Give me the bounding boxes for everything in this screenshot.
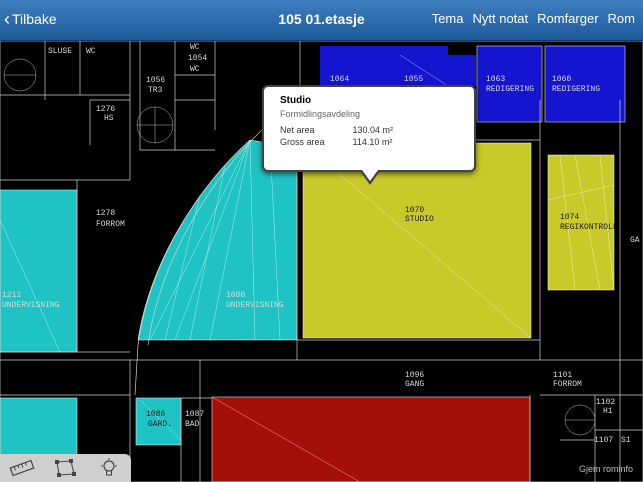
navigation-bar: ‹ Tilbake 105 01.etasje Tema Nytt notat … (0, 0, 643, 41)
label-1087-num: 1087 (185, 410, 204, 419)
label-1086-num: 1086 (146, 410, 165, 419)
label-1060-num: 1060 (552, 75, 571, 84)
label-1276-name: HS (104, 114, 114, 123)
room-red[interactable] (211, 396, 531, 482)
room-1055-extra[interactable] (448, 55, 476, 86)
back-button-label: Tilbake (12, 11, 57, 27)
label-1060-name: REDIGERING (552, 85, 600, 94)
label-1107-num: 1107 (594, 436, 613, 445)
label-1276-num: 1276 (96, 105, 115, 114)
label-1055-num: 1055 (404, 75, 423, 84)
label-1107-name: S1 (621, 436, 631, 445)
label-1064-num: 1064 (330, 75, 349, 84)
label-1056-num: 1056 (146, 76, 165, 85)
gross-area-label: Gross area (280, 137, 325, 147)
label-1102-num: 1102 (596, 398, 615, 407)
label-ga: GA (630, 236, 640, 245)
polygon-icon (55, 459, 77, 477)
label-1087-name: BAD (185, 420, 200, 429)
label-1074-name: REGIKONTROLL (560, 223, 618, 232)
ruler-icon (9, 459, 35, 477)
popover-arrow-inner (362, 170, 378, 181)
label-1054-wc2: WC (190, 65, 200, 74)
net-area-row: Net area 130.04 m² (280, 125, 393, 135)
label-1080-name: UNDERVISNING (226, 301, 284, 310)
label-1063-name: REDIGERING (486, 85, 534, 94)
label-1102-name: H1 (603, 407, 613, 416)
room-1060[interactable] (544, 45, 626, 123)
room-info-popover[interactable]: Studio Formidlingsavdeling Net area 130.… (262, 85, 476, 185)
new-note-button[interactable]: Nytt notat (472, 11, 528, 26)
label-1086-name: GARD. (148, 420, 172, 429)
label-1054-num: 1054 (188, 54, 207, 63)
room-colors-button[interactable]: Romfarger (537, 11, 598, 26)
label-1063-num: 1063 (486, 75, 505, 84)
label-1101-num: 1101 (553, 371, 572, 380)
nav-actions: Tema Nytt notat Romfarger Rom (432, 11, 635, 26)
label-1101-name: FORROM (553, 380, 582, 389)
room-button[interactable]: Rom (608, 11, 635, 26)
room-1063[interactable] (476, 45, 543, 123)
net-area-value: 130.04 m² (352, 125, 394, 135)
label-1056-name: TR3 (148, 86, 163, 95)
polygon-tool-button[interactable] (50, 457, 80, 479)
hide-room-info-button[interactable]: Gjem rominfo (579, 464, 633, 474)
label-1057-wc: WC (86, 47, 96, 56)
ruler-tool-button[interactable] (7, 457, 37, 479)
label-1211-name: UNDERVISNING (2, 301, 60, 310)
label-1096-name: GANG (405, 380, 424, 389)
label-1080-num: 1080 (226, 291, 245, 300)
label-1070-name: STUDIO (405, 215, 434, 224)
label-1211-num: 1211 (2, 291, 21, 300)
tema-button[interactable]: Tema (432, 11, 464, 26)
label-1096-num: 1096 (405, 371, 424, 380)
popover-subtitle: Formidlingsavdeling (280, 109, 361, 119)
label-1057-sluse: SLUSE (48, 47, 72, 56)
lightbulb-icon (101, 458, 118, 476)
popover-title: Studio (280, 95, 312, 106)
gross-area-value: 114.10 m² (352, 137, 393, 147)
gross-area-row: Gross area 114.10 m² (280, 137, 392, 147)
label-1054-wc: WC (190, 43, 200, 52)
label-1074-num: 1074 (560, 213, 579, 222)
chevron-left-icon: ‹ (4, 9, 10, 29)
label-1070-num: 1070 (405, 206, 424, 215)
label-1278-num: 1278 (96, 209, 115, 218)
lightbulb-tool-button[interactable] (94, 457, 124, 479)
room-1211[interactable] (0, 189, 78, 353)
net-area-label: Net area (280, 125, 315, 135)
label-1278-name: FORROM (96, 220, 125, 229)
back-button[interactable]: ‹ Tilbake (4, 9, 57, 29)
tool-bar (0, 454, 131, 482)
